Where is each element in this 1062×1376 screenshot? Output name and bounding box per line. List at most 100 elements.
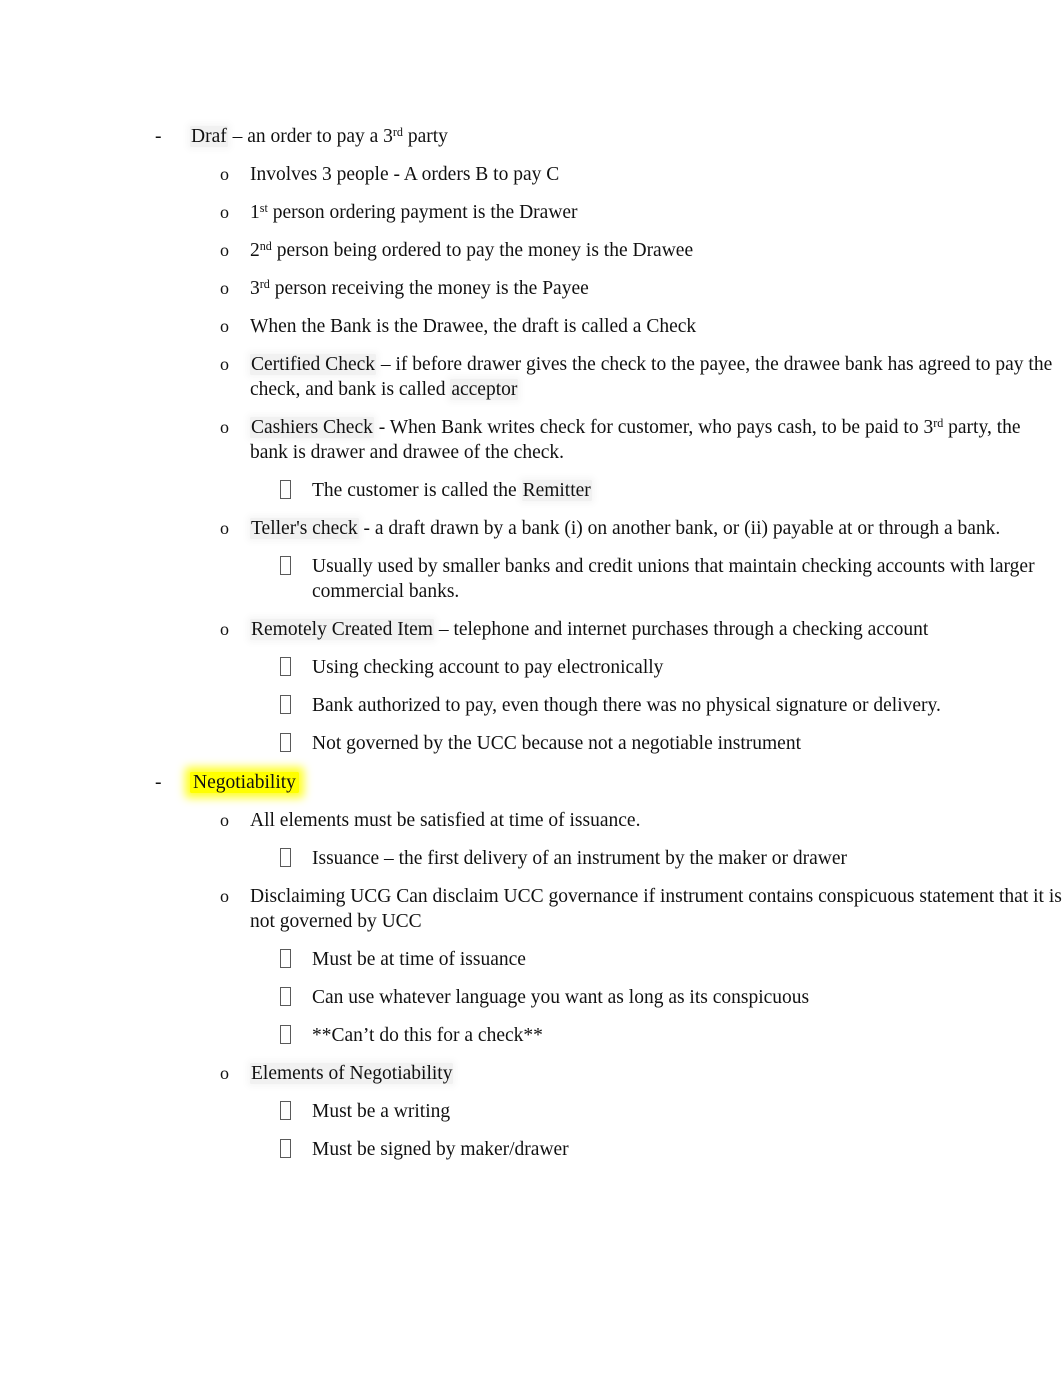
outline-item-disclaim-note-1: Must be at time of issuance [0, 947, 1062, 972]
third-person-ordinal: rd [259, 277, 270, 292]
tellers-check-note-text: Usually used by smaller banks and credit… [312, 556, 1035, 602]
tellers-check-definition: - a draft drawn by a bank (i) on another… [358, 518, 1001, 539]
draft-line: Draf – an order to pay a 3rd party [190, 124, 1062, 149]
outline-item-remitter: The customer is called the Remitter [0, 478, 1062, 503]
bank-drawee-text: When the Bank is the Drawee, the draft i… [250, 316, 697, 337]
bullet-dash-icon: - [155, 772, 162, 793]
rci-text: Remotely Created Item – telephone and in… [250, 617, 1062, 642]
document-body: - Draf – an order to pay a 3rd party o I… [0, 0, 1062, 1162]
rci-definition: – telephone and internet purchases throu… [433, 619, 929, 640]
outline-item-disclaim-note-3: **Can’t do this for a check** [0, 1023, 1062, 1048]
disclaim-note-1-text: Must be at time of issuance [312, 949, 526, 970]
outline-item-second-person: o 2nd person being ordered to pay the mo… [0, 238, 1062, 263]
outline-item-tellers-check-note: Usually used by smaller banks and credit… [0, 554, 1062, 604]
bullet-box-icon [280, 1023, 291, 1048]
outline-item-cashiers-check: o Cashiers Check - When Bank writes chec… [0, 415, 1062, 465]
outline-item-third-person: o 3rd person receiving the money is the … [0, 276, 1062, 301]
bullet-box-icon [280, 731, 291, 756]
bullet-o-icon: o [220, 278, 229, 298]
first-person-ordinal: st [259, 201, 268, 216]
second-person-text: 2nd person being ordered to pay the mone… [250, 238, 1062, 263]
outline-item-elements-of-negotiability: o Elements of Negotiability [0, 1061, 1062, 1086]
outline-item-remotely-created-item: o Remotely Created Item – telephone and … [0, 617, 1062, 642]
remitter-lead: The customer is called the [312, 480, 522, 501]
bullet-box-icon [280, 846, 291, 871]
bullet-o-icon: o [220, 1063, 229, 1083]
outline-item-negotiability: - Negotiability [0, 770, 1062, 795]
third-person-number: 3 [250, 278, 260, 299]
third-person-rest: person receiving the money is the Payee [269, 278, 589, 299]
outline-item-rci-note-1: Using checking account to pay electronic… [0, 655, 1062, 680]
bullet-box-icon [280, 985, 291, 1010]
draft-definition-tail: party [402, 126, 448, 147]
bullet-o-icon: o [220, 202, 229, 222]
cashiers-check-term: Cashiers Check [250, 417, 374, 438]
certified-check-term: Certified Check [250, 354, 376, 375]
bullet-dash-icon: - [155, 126, 162, 147]
tellers-check-text: Teller's check - a draft drawn by a bank… [250, 516, 1062, 541]
involves-text: Involves 3 people - A orders B to pay C [250, 164, 560, 185]
bullet-o-icon: o [220, 240, 229, 260]
negotiability-heading: Negotiability [190, 772, 299, 793]
tellers-check-term: Teller's check [250, 518, 359, 539]
bullet-box-icon [280, 478, 291, 503]
outline-item-all-elements: o All elements must be satisfied at time… [0, 808, 1062, 833]
bullet-box-icon [280, 1099, 291, 1124]
rci-note-1-text: Using checking account to pay electronic… [312, 657, 664, 678]
bullet-o-icon: o [220, 518, 229, 538]
outline-item-disclaim-note-2: Can use whatever language you want as lo… [0, 985, 1062, 1010]
third-person-text: 3rd person receiving the money is the Pa… [250, 276, 1062, 301]
all-elements-text: All elements must be satisfied at time o… [250, 810, 641, 831]
outline-item-bank-drawee: o When the Bank is the Drawee, the draft… [0, 314, 1062, 339]
certified-check-text: Certified Check – if before drawer gives… [250, 352, 1062, 402]
disclaiming-term: Disclaiming UCG [250, 886, 392, 907]
bullet-o-icon: o [220, 810, 229, 830]
rci-term: Remotely Created Item [250, 619, 434, 640]
bullet-box-icon [280, 655, 291, 680]
outline-item-element-2: Must be signed by maker/drawer [0, 1137, 1062, 1162]
first-person-number: 1 [250, 202, 260, 223]
disclaiming-text: Disclaiming UCG Can disclaim UCC governa… [250, 884, 1062, 934]
elements-heading-line: Elements of Negotiability [250, 1061, 1062, 1086]
bullet-o-icon: o [220, 417, 229, 437]
bullet-box-icon [280, 693, 291, 718]
outline-item-first-person: o 1st person ordering payment is the Dra… [0, 200, 1062, 225]
bullet-box-icon [280, 554, 291, 579]
bullet-o-icon: o [220, 316, 229, 336]
draft-ordinal-suffix: rd [392, 125, 403, 140]
outline-item-rci-note-2: Bank authorized to pay, even though ther… [0, 693, 1062, 718]
negotiability-heading-line: Negotiability [190, 770, 1062, 795]
outline-item-rci-note-3: Not governed by the UCC because not a ne… [0, 731, 1062, 756]
second-person-number: 2 [250, 240, 260, 261]
outline-item-issuance: Issuance – the first delivery of an inst… [0, 846, 1062, 871]
outline-item-disclaiming: o Disclaiming UCG Can disclaim UCC gover… [0, 884, 1062, 934]
first-person-rest: person ordering payment is the Drawer [267, 202, 578, 223]
disclaim-note-3-text: **Can’t do this for a check** [312, 1025, 543, 1046]
second-person-ordinal: nd [259, 239, 272, 254]
cashiers-check-definition-a: - When Bank writes check for customer, w… [373, 417, 934, 438]
outline-item-element-1: Must be a writing [0, 1099, 1062, 1124]
bullet-o-icon: o [220, 619, 229, 639]
bullet-o-icon: o [220, 886, 229, 906]
second-person-rest: person being ordered to pay the money is… [271, 240, 694, 261]
rci-note-2-text: Bank authorized to pay, even though ther… [312, 695, 941, 716]
element-2-text: Must be signed by maker/drawer [312, 1139, 569, 1160]
first-person-text: 1st person ordering payment is the Drawe… [250, 200, 1062, 225]
elements-heading: Elements of Negotiability [250, 1063, 454, 1084]
bullet-box-icon [280, 947, 291, 972]
bullet-box-icon [280, 1137, 291, 1162]
cashiers-check-ordinal: rd [933, 416, 944, 431]
disclaim-note-2-text: Can use whatever language you want as lo… [312, 987, 810, 1008]
draft-definition: – an order to pay a 3 [227, 126, 393, 147]
issuance-text: Issuance – the first delivery of an inst… [312, 848, 847, 869]
document-page: - Draf – an order to pay a 3rd party o I… [0, 0, 1062, 1376]
cashiers-check-text: Cashiers Check - When Bank writes check … [250, 415, 1062, 465]
remitter-text: The customer is called the Remitter [312, 478, 1062, 503]
element-1-text: Must be a writing [312, 1101, 451, 1122]
acceptor-term: acceptor [450, 379, 519, 400]
remitter-term: Remitter [521, 480, 592, 501]
bullet-o-icon: o [220, 354, 229, 374]
draft-term: Draf [190, 126, 228, 147]
outline-item-certified-check: o Certified Check – if before drawer giv… [0, 352, 1062, 402]
outline-item-tellers-check: o Teller's check - a draft drawn by a ba… [0, 516, 1062, 541]
